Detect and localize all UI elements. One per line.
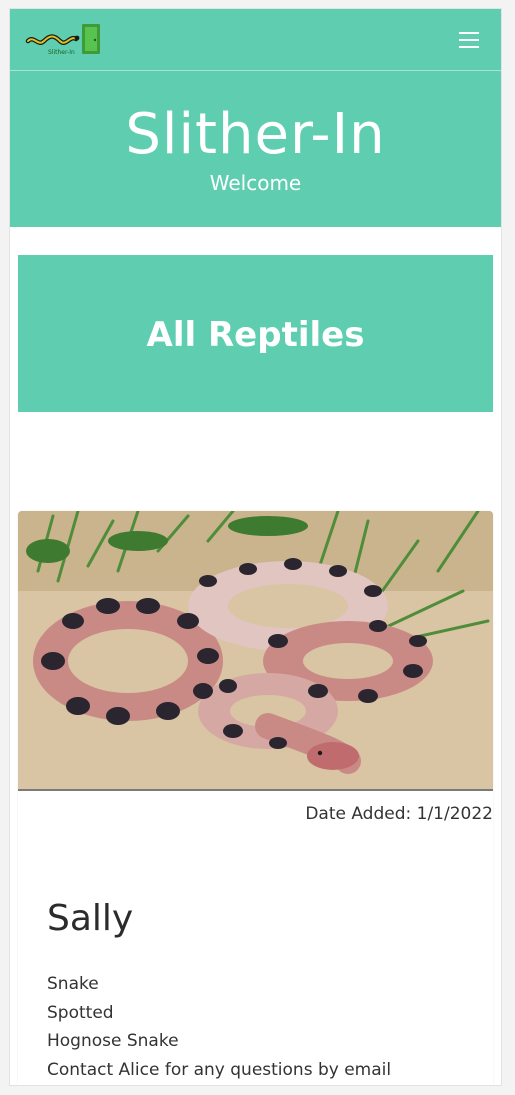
svg-text:Slither-In: Slither-In [48, 49, 75, 56]
site-title: Slither-In [125, 102, 386, 167]
site-logo[interactable]: Slither-In [24, 21, 104, 59]
hamburger-menu-icon [459, 32, 479, 34]
date-added: Date Added: 1/1/2022 [305, 804, 493, 824]
reptile-pattern: Spotted [47, 1002, 114, 1023]
reptile-species: Hognose Snake [47, 1031, 179, 1051]
reptile-contact: Contact Alice for any questions by email [47, 1059, 392, 1080]
site-subtitle: Welcome [209, 171, 302, 195]
reptile-type: Snake [47, 974, 99, 994]
hognose-snake-image [18, 511, 493, 789]
snake-logo-icon: Slither-In [25, 24, 100, 56]
top-navbar: Slither-In [10, 9, 501, 71]
reptile-photo [18, 511, 493, 791]
page: Slither-In Slither-In Welcome All Reptil… [9, 8, 502, 1086]
hero-banner: Slither-In Welcome [10, 71, 501, 227]
reptile-details: Snake Spotted Hognose Snake Contact Alic… [47, 970, 391, 1084]
reptile-name: Sally [47, 898, 134, 939]
menu-toggle-button[interactable] [459, 29, 483, 51]
section-title: All Reptiles [146, 315, 365, 355]
reptile-card[interactable]: Date Added: 1/1/2022 Sally Snake Spotted… [18, 511, 493, 1085]
section-header: All Reptiles [18, 255, 493, 412]
